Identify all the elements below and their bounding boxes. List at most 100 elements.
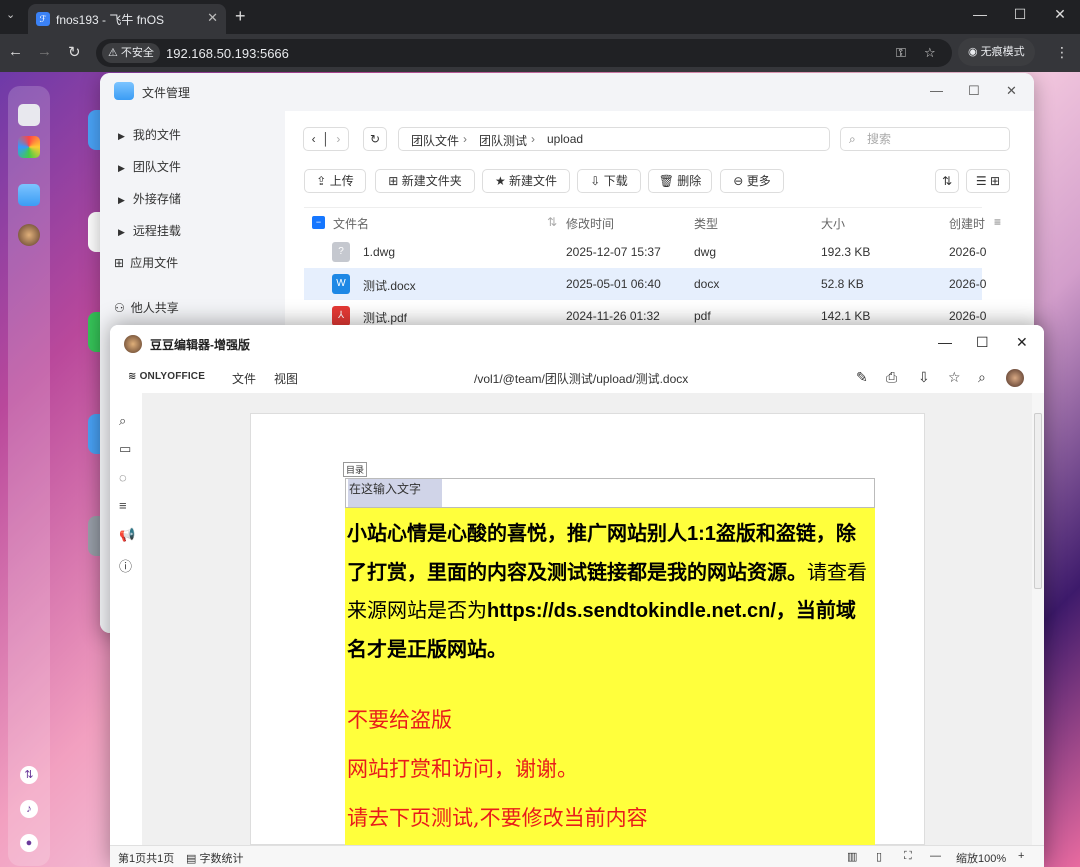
sort-arrows-icon[interactable]: ⇅: [547, 215, 557, 229]
view-toggle[interactable]: ☰ ⊞: [966, 169, 1010, 193]
tab-search-icon[interactable]: ⌄: [6, 8, 15, 21]
chat-icon[interactable]: ◌: [119, 470, 127, 485]
minimize-icon[interactable]: —: [970, 6, 990, 22]
browser-menu-icon[interactable]: ⋮: [1055, 44, 1069, 61]
favorite-star-icon[interactable]: ☆: [948, 369, 961, 386]
word-count-button[interactable]: ▤ 字数统计: [186, 850, 243, 866]
select-all-checkbox[interactable]: −: [312, 216, 325, 229]
fit-page-icon[interactable]: ▯: [876, 850, 882, 863]
zoom-level[interactable]: 缩放100%: [956, 850, 1006, 866]
table-row[interactable]: W 测试.docx 2025-05-01 06:40 docx 52.8 KB …: [304, 268, 986, 300]
file-type: docx: [694, 277, 720, 291]
breadcrumb-item[interactable]: 团队测试: [479, 132, 527, 149]
red-line-1[interactable]: 不要给盗版: [347, 704, 452, 734]
breadcrumb-item[interactable]: upload: [547, 132, 583, 146]
toc-content-control-tag[interactable]: 目录: [343, 462, 368, 477]
menu-view[interactable]: 视图: [274, 370, 298, 387]
highlighted-text-block[interactable]: 小站心情是心酸的喜悦，推广网站别人1:1盗版和盗链，除了打赏，里面的内容及测试链…: [345, 508, 875, 846]
window-title: 文件管理: [142, 86, 191, 100]
red-line-3[interactable]: 请去下页测试,不要修改当前内容: [347, 802, 648, 832]
comment-icon[interactable]: ▭: [119, 441, 131, 457]
address-bar[interactable]: ⚠ 不安全 192.168.50.193:5666 ⚿ ☆: [96, 39, 952, 67]
new-file-button[interactable]: ★ 新建文件: [482, 169, 570, 193]
menu-file[interactable]: 文件: [232, 370, 256, 387]
list-view-icon[interactable]: ☰: [976, 174, 987, 188]
chevron-right-icon[interactable]: ›: [336, 132, 340, 146]
layout-icon[interactable]: ▥: [847, 850, 857, 863]
close-icon[interactable]: ✕: [1006, 83, 1017, 99]
download-button[interactable]: ⇩ 下载: [577, 169, 641, 193]
zoom-in-icon[interactable]: +: [1018, 850, 1024, 862]
close-tab-icon[interactable]: ✕: [207, 10, 218, 26]
forward-icon[interactable]: →: [37, 43, 52, 60]
bookmark-star-icon[interactable]: ☆: [924, 45, 936, 61]
scrollbar-thumb[interactable]: [1034, 413, 1042, 589]
toc-placeholder[interactable]: 在这输入文字: [348, 479, 442, 507]
transfer-icon[interactable]: ⇅: [20, 766, 38, 784]
more-button[interactable]: ⊖ 更多: [720, 169, 784, 193]
maximize-icon[interactable]: ☐: [968, 83, 980, 99]
minimize-icon[interactable]: —: [930, 83, 943, 98]
search-icon[interactable]: ⌕: [978, 369, 986, 386]
column-header-size[interactable]: 大小: [821, 215, 845, 232]
breadcrumb-item[interactable]: 团队文件: [411, 132, 459, 149]
maximize-icon[interactable]: ☐: [976, 334, 989, 351]
user-icon[interactable]: ●: [20, 834, 38, 852]
security-badge[interactable]: ⚠ 不安全: [102, 43, 160, 63]
search-input[interactable]: ⌕ 搜索: [840, 127, 1010, 151]
browser-tab[interactable]: ℱ fnos193 - 飞牛 fnOS ✕: [28, 4, 226, 34]
column-header-modified[interactable]: 修改时间: [566, 215, 614, 232]
close-window-icon[interactable]: ✕: [1050, 6, 1070, 23]
editor-app-icon[interactable]: [18, 224, 40, 246]
sort-icon[interactable]: ⇅: [935, 169, 959, 193]
vertical-scrollbar[interactable]: [1032, 393, 1044, 845]
new-tab-icon[interactable]: +: [235, 6, 246, 27]
sidebar-item-shared[interactable]: ⚇ 他人共享: [114, 299, 179, 316]
minimize-icon[interactable]: —: [938, 334, 952, 350]
sidebar-item-external[interactable]: ▶ 外接存储: [118, 190, 181, 207]
back-icon[interactable]: ←: [8, 43, 23, 60]
computer-icon[interactable]: [18, 104, 40, 126]
print-icon[interactable]: ⎙: [886, 369, 897, 386]
nav-back-forward[interactable]: ‹ │ ›: [303, 127, 349, 151]
chevron-left-icon[interactable]: ‹: [312, 132, 316, 146]
navigation-icon[interactable]: ≡: [119, 498, 127, 513]
search-icon[interactable]: ⌕: [119, 413, 126, 429]
red-line-2[interactable]: 网站打赏和访问，谢谢。: [347, 753, 578, 783]
table-row[interactable]: ? 1.dwg 2025-12-07 15:37 dwg 192.3 KB 20…: [304, 236, 986, 268]
app-center-icon[interactable]: [18, 136, 40, 158]
grid-view-icon[interactable]: ⊞: [990, 174, 1000, 188]
sidebar-item-remote-mount[interactable]: ▶ 远程挂载: [118, 222, 181, 239]
document-page[interactable]: 目录 在这输入文字 小站心情是心酸的喜悦，推广网站别人1:1盗版和盗链，除了打赏…: [250, 413, 925, 846]
user-avatar[interactable]: [1006, 369, 1024, 387]
reload-icon[interactable]: ↻: [68, 43, 81, 61]
sidebar-item-app-files[interactable]: ⊞ 应用文件: [114, 254, 178, 271]
download-icon[interactable]: ⇩: [918, 369, 930, 386]
zoom-out-icon[interactable]: —: [930, 850, 941, 862]
delete-button[interactable]: 🗑 删除: [648, 169, 712, 193]
toc-field[interactable]: 在这输入文字: [345, 478, 875, 508]
sidebar-item-team-files[interactable]: ▶ 团队文件: [118, 158, 181, 175]
column-settings-icon[interactable]: ≡: [994, 215, 1001, 229]
incognito-badge[interactable]: ◉ 无痕模式: [958, 38, 1035, 66]
chevron-right-icon: ›: [531, 132, 535, 146]
url-text[interactable]: 192.168.50.193:5666: [166, 46, 289, 61]
notification-bell-icon[interactable]: ♪: [20, 800, 38, 818]
browser-toolbar: ← → ↻ ⚠ 不安全 192.168.50.193:5666 ⚿ ☆ ◉ 无痕…: [0, 34, 1080, 72]
new-folder-button[interactable]: ⊞ 新建文件夹: [375, 169, 475, 193]
refresh-icon[interactable]: ↻: [363, 127, 387, 151]
close-icon[interactable]: ✕: [1016, 334, 1028, 351]
column-header-name[interactable]: 文件名: [333, 215, 369, 232]
fit-width-icon[interactable]: ⛶: [904, 850, 912, 863]
body-paragraph[interactable]: 小站心情是心酸的喜悦，推广网站别人1:1盗版和盗链，除了打赏，里面的内容及测试链…: [347, 514, 873, 668]
column-header-created[interactable]: 创建时: [949, 215, 985, 232]
column-header-type[interactable]: 类型: [694, 215, 718, 232]
password-key-icon[interactable]: ⚿: [896, 45, 906, 61]
file-manager-icon[interactable]: [18, 184, 40, 206]
upload-button[interactable]: ⇪ 上传: [304, 169, 366, 193]
sidebar-item-my-files[interactable]: ▶ 我的文件: [118, 126, 181, 143]
feedback-icon[interactable]: 📢: [119, 527, 135, 543]
maximize-icon[interactable]: ☐: [1010, 6, 1030, 23]
edit-pencil-icon[interactable]: ✎: [856, 369, 868, 386]
info-icon[interactable]: ⓘ: [119, 556, 132, 575]
